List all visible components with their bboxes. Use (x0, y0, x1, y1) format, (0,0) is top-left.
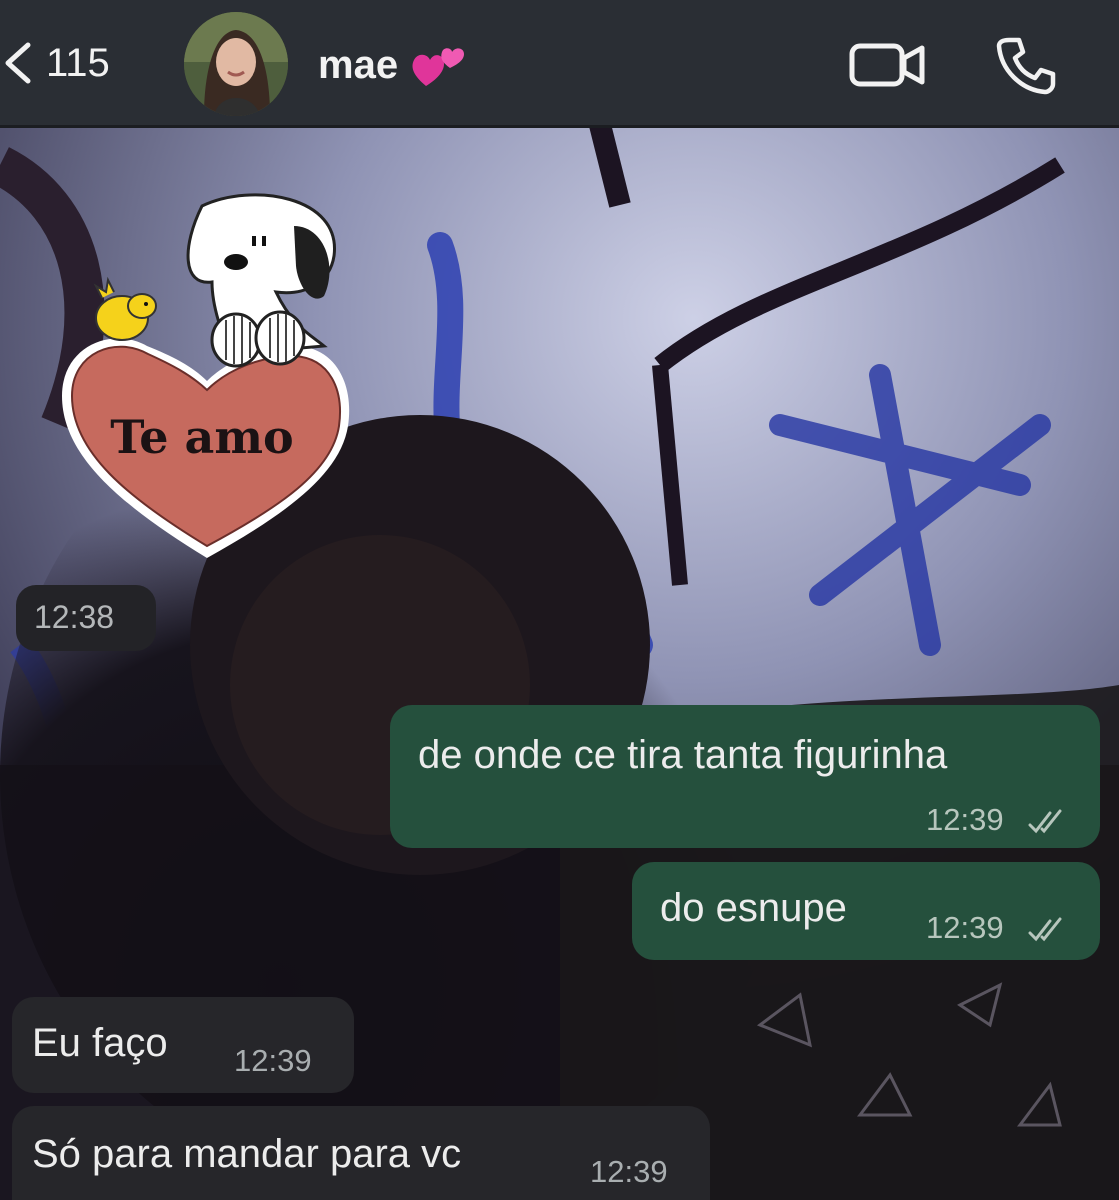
voice-call-button[interactable] (995, 34, 1057, 96)
double-check-icon (1028, 917, 1062, 942)
sticker-caption: Te amo (110, 410, 294, 464)
message-bubble-outgoing[interactable]: do esnupe 12:39 (632, 862, 1100, 960)
message-time: 12:39 (926, 802, 1004, 837)
video-camera-icon (849, 43, 925, 87)
contact-info[interactable]: mae (318, 40, 466, 90)
two-hearts-icon (412, 48, 465, 86)
message-bubble-outgoing[interactable]: de onde ce tira tanta figurinha 12:39 (390, 705, 1100, 848)
snoopy-sticker[interactable] (62, 186, 352, 561)
message-time: 12:39 (590, 1154, 668, 1189)
message-text: do esnupe (660, 886, 847, 930)
unread-count: 115 (46, 40, 110, 85)
phone-icon (996, 37, 1056, 95)
chevron-left-icon (5, 42, 31, 84)
message-text: Só para mandar para vc (32, 1132, 462, 1176)
message-bubble-incoming[interactable]: Eu faço 12:39 (12, 997, 354, 1093)
message-text: Eu faço (32, 1021, 168, 1065)
chat-header: 115 mae (0, 0, 1119, 128)
contact-name: mae (318, 42, 399, 87)
timestamp: 12:38 (34, 599, 115, 635)
back-button[interactable]: 115 (0, 28, 150, 98)
message-time: 12:39 (234, 1043, 312, 1078)
sticker-timestamp: 12:38 (16, 585, 156, 651)
message-time: 12:39 (926, 910, 1004, 945)
message-bubble-incoming[interactable]: Só para mandar para vc 12:39 (12, 1106, 710, 1200)
avatar[interactable] (184, 12, 288, 116)
video-call-button[interactable] (848, 40, 928, 90)
message-text: de onde ce tira tanta figurinha (418, 733, 948, 777)
double-check-icon (1028, 809, 1062, 834)
